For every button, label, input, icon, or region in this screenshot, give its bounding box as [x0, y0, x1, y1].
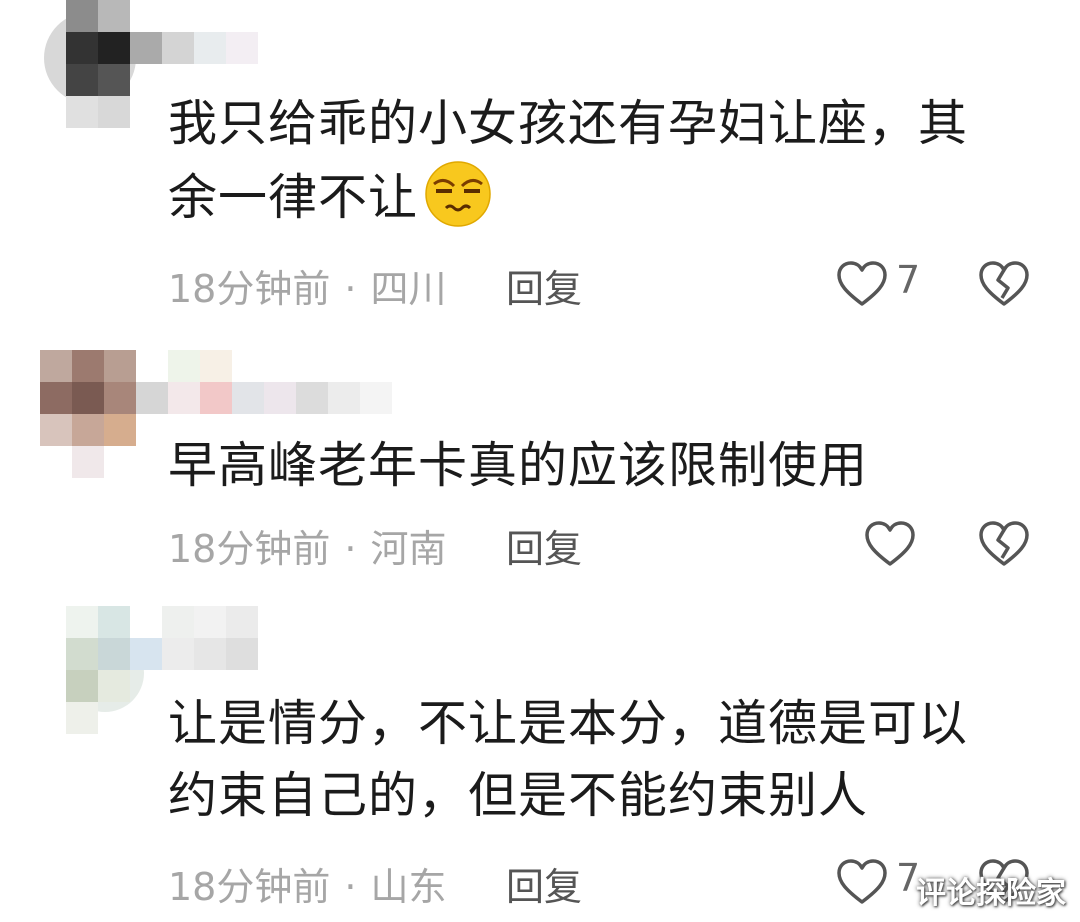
- comment-text-line: 让是情分，不让是本分，道德是可以: [168, 695, 969, 752]
- squint-face-emoji-icon: [422, 160, 494, 228]
- reply-button[interactable]: 回复: [506, 518, 582, 573]
- comment-text-line: 我只给乖的小女孩还有孕妇让座，其: [168, 95, 969, 152]
- broken-heart-icon[interactable]: [978, 260, 1030, 308]
- like-count: 7: [896, 258, 921, 302]
- comment-text-line: 早高峰老年卡真的应该限制使用: [168, 437, 869, 494]
- comment-meta: 18分钟前 · 山东: [168, 856, 446, 911]
- comment-text: 让是情分，不让是本分，道德是可以 约束自己的，但是不能约束别人: [168, 688, 1028, 832]
- heart-outline-icon[interactable]: [836, 260, 888, 308]
- comment-time: 18分钟前: [168, 865, 331, 909]
- meta-separator: ·: [344, 865, 357, 909]
- comment-location: 河南: [370, 527, 447, 571]
- comment-time: 18分钟前: [168, 527, 331, 571]
- heart-outline-icon[interactable]: [864, 520, 916, 568]
- comment-text: 早高峰老年卡真的应该限制使用: [168, 430, 1028, 502]
- meta-separator: ·: [344, 267, 357, 311]
- comment-text-line: 余一律不让: [168, 169, 419, 226]
- comment-location: 山东: [370, 865, 447, 909]
- comment-time: 18分钟前: [168, 267, 331, 311]
- reply-button[interactable]: 回复: [506, 258, 582, 313]
- comment-meta: 18分钟前 · 四川: [168, 258, 446, 313]
- reply-button[interactable]: 回复: [506, 856, 582, 911]
- comment-meta: 18分钟前 · 河南: [168, 518, 446, 573]
- watermark: 评论探险家: [916, 876, 1066, 911]
- comment-text: 我只给乖的小女孩还有孕妇让座，其 余一律不让: [168, 88, 1028, 234]
- broken-heart-icon[interactable]: [978, 520, 1030, 568]
- comment-location: 四川: [370, 267, 447, 311]
- meta-separator: ·: [344, 527, 357, 571]
- comment-text-line: 约束自己的，但是不能约束别人: [168, 767, 869, 824]
- heart-outline-icon[interactable]: [836, 858, 888, 906]
